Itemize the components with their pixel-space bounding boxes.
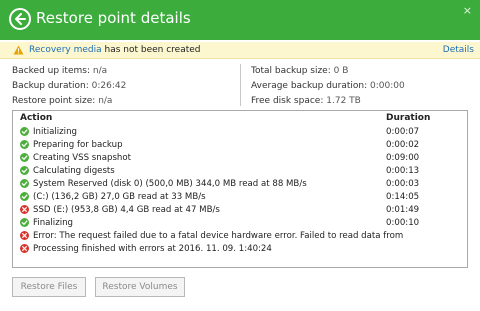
success-check-icon: [20, 166, 29, 175]
average-backup-duration: Average backup duration: 0:00:00: [251, 81, 405, 91]
log-row[interactable]: Creating VSS snapshot 0:09:00: [13, 152, 467, 165]
title-bar: Restore point details ×: [0, 0, 480, 40]
log-row-action: Creating VSS snapshot: [33, 153, 132, 163]
arrow-left-icon: [15, 13, 26, 25]
backed-up-items-value: n/a: [92, 66, 108, 76]
log-row[interactable]: System Reserved (disk 0) (500,0 MB) 344,…: [13, 178, 467, 191]
recovery-media-notice: Recovery media has not been created Deta…: [0, 42, 480, 59]
log-row-action: SSD (E:) (953,8 GB) 4,4 GB read at 47 MB…: [33, 205, 220, 215]
log-row-duration: 0:14:05: [386, 192, 420, 202]
success-check-icon: [20, 153, 29, 162]
log-row[interactable]: (C:) (136,2 GB) 27,0 GB read at 33 MB/s 0…: [13, 191, 467, 204]
log-row-duration: 0:01:49: [386, 205, 420, 215]
notice-text: Recovery media has not been created: [29, 45, 201, 55]
log-row-duration: 0:00:07: [386, 127, 420, 137]
log-row-action: Initializing: [33, 127, 77, 137]
log-row[interactable]: SSD (E:) (953,8 GB) 4,4 GB read at 47 MB…: [13, 204, 467, 217]
success-check-icon: [20, 179, 29, 188]
log-row-action: Error: The request failed due to a fatal…: [33, 231, 404, 241]
log-row-action: Preparing for backup: [33, 140, 123, 150]
log-row-duration: 0:09:00: [386, 153, 420, 163]
total-backup-size-value: 0 B: [333, 66, 349, 76]
log-row[interactable]: Error: The request failed due to a fatal…: [13, 230, 467, 243]
warning-icon: [13, 45, 24, 55]
average-backup-duration-value: 0:00:00: [370, 81, 405, 91]
log-row-action: (C:) (136,2 GB) 27,0 GB read at 33 MB/s: [33, 192, 206, 202]
log-row-action: Calculating digests: [33, 166, 115, 176]
total-backup-size-label: Total backup size:: [251, 66, 331, 76]
log-row-action: Processing finished with errors at 2016.…: [33, 244, 272, 254]
backed-up-items: Backed up items: n/a: [12, 66, 107, 76]
log-row-action: Finalizing: [33, 218, 73, 228]
log-row[interactable]: Preparing for backup 0:00:02: [13, 139, 467, 152]
recovery-media-link[interactable]: Recovery media: [29, 45, 102, 55]
restore-volumes-button[interactable]: Restore Volumes: [95, 277, 185, 297]
close-icon[interactable]: ×: [463, 4, 472, 17]
error-icon: [20, 205, 29, 214]
backup-duration: Backup duration: 0:26:42: [12, 81, 126, 91]
log-row-duration: 0:00:02: [386, 140, 420, 150]
backup-duration-value: 0:26:42: [91, 81, 127, 91]
summary-divider: [240, 64, 241, 106]
log-row[interactable]: Processing finished with errors at 2016.…: [13, 243, 467, 256]
backed-up-items-label: Backed up items:: [12, 66, 90, 76]
free-disk-space-label: Free disk space:: [251, 96, 324, 106]
restore-point-size-value: n/a: [98, 96, 113, 106]
log-row[interactable]: Calculating digests 0:00:13: [13, 165, 467, 178]
backup-duration-label: Backup duration:: [12, 81, 89, 91]
average-backup-duration-label: Average backup duration:: [251, 81, 368, 91]
log-row[interactable]: Finalizing 0:00:10: [13, 217, 467, 230]
error-icon: [20, 231, 29, 240]
log-row[interactable]: Initializing 0:00:07: [13, 126, 467, 139]
free-disk-space: Free disk space: 1.72 TB: [251, 96, 361, 106]
notice-message: has not been created: [101, 45, 201, 55]
page-title: Restore point details: [36, 9, 191, 27]
free-disk-space-value: 1.72 TB: [326, 96, 361, 106]
error-icon: [20, 244, 29, 253]
log-row-duration: 0:00:13: [386, 166, 420, 176]
log-header: Action Duration: [13, 111, 467, 126]
log-row-duration: 0:00:03: [386, 179, 420, 189]
total-backup-size: Total backup size: 0 B: [251, 66, 348, 76]
column-header-duration[interactable]: Duration: [386, 113, 430, 123]
back-button[interactable]: [9, 8, 31, 30]
success-check-icon: [20, 192, 29, 201]
restore-point-size: Restore point size: n/a: [12, 96, 112, 106]
restore-files-button[interactable]: Restore Files: [12, 277, 86, 297]
details-link[interactable]: Details: [443, 45, 474, 55]
log-row-action: System Reserved (disk 0) (500,0 MB) 344,…: [33, 179, 307, 189]
restore-point-size-label: Restore point size:: [12, 96, 96, 106]
success-check-icon: [20, 218, 29, 227]
success-check-icon: [20, 127, 29, 136]
log-table[interactable]: Action Duration Initializing 0:00:07 Prepa…: [12, 110, 468, 268]
log-row-duration: 0:00:10: [386, 218, 420, 228]
column-header-action[interactable]: Action: [20, 113, 52, 123]
success-check-icon: [20, 140, 29, 149]
